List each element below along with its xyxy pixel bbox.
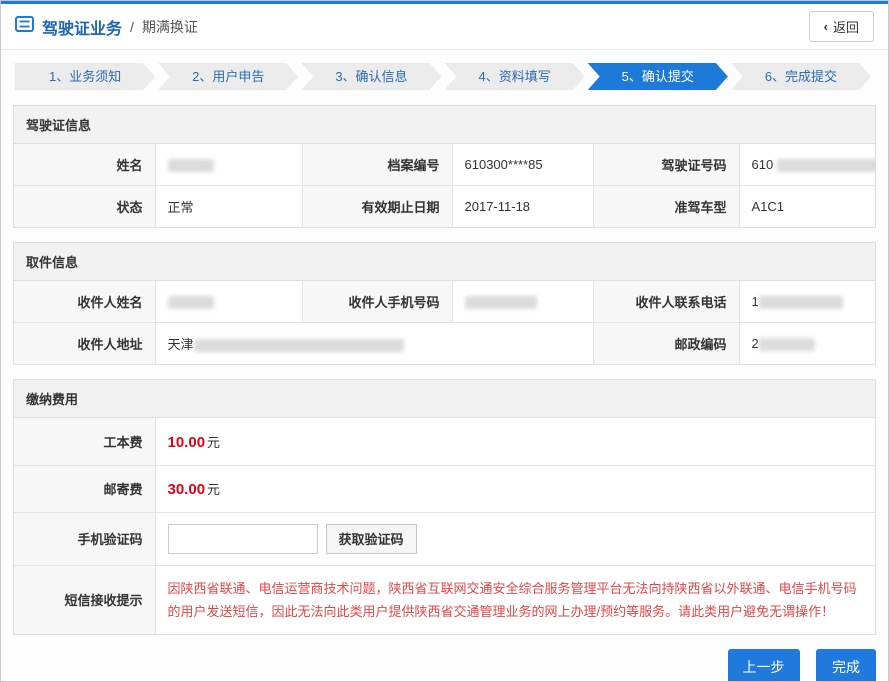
mailing-fee-amount: 30.00: [168, 481, 206, 498]
recipient-phone-prefix: 1: [752, 294, 759, 309]
breadcrumb: 驾驶证业务 / 期满换证: [15, 15, 198, 39]
production-fee-amount: 10.00: [168, 434, 206, 451]
postcode-value: 2: [739, 323, 875, 365]
production-fee-unit: 元: [207, 435, 220, 450]
sms-code-input[interactable]: [168, 524, 318, 554]
license-info-section: 驾驶证信息 姓名 档案编号 610300****85 驾驶证号码 610 状态 …: [13, 105, 876, 228]
redacted-recipient-phone: [759, 296, 843, 309]
recipient-mobile-label: 收件人手机号码: [302, 281, 452, 323]
header: 驾驶证业务 / 期满换证 ‹ 返回: [1, 4, 888, 50]
redacted-address: [194, 339, 404, 352]
fees-title: 缴纳费用: [14, 380, 875, 418]
redacted-postcode: [759, 338, 815, 351]
table-row: 姓名 档案编号 610300****85 驾驶证号码 610: [14, 144, 875, 186]
page: 驾驶证业务 / 期满换证 ‹ 返回 1、业务须知 2、用户申告 3、确认信息 4…: [0, 0, 889, 682]
license-info-title: 驾驶证信息: [14, 106, 875, 144]
license-number-label: 驾驶证号码: [593, 144, 739, 186]
recipient-name-label: 收件人姓名: [14, 281, 155, 323]
fees-table: 工本费 10.00元 邮寄费 30.00元 手机验证码 获取验证码: [14, 418, 875, 634]
page-title: 驾驶证业务: [42, 15, 122, 39]
mailing-fee-unit: 元: [207, 482, 220, 497]
name-value: [155, 144, 302, 186]
step-2-user-declaration[interactable]: 2、用户申告: [158, 63, 298, 90]
back-button-label: 返回: [833, 17, 859, 36]
license-info-table: 姓名 档案编号 610300****85 驾驶证号码 610 状态 正常 有效期…: [14, 144, 875, 227]
recipient-phone-value: 1: [739, 281, 875, 323]
mailing-fee-label: 邮寄费: [14, 465, 155, 512]
pickup-info-title: 取件信息: [14, 243, 875, 281]
vehicle-type-value: A1C1: [739, 186, 875, 228]
recipient-mobile-value: [452, 281, 593, 323]
sms-code-cell: 获取验证码: [155, 512, 875, 565]
sms-notice-label: 短信接收提示: [14, 565, 155, 634]
expiry-date-value: 2017-11-18: [452, 186, 593, 228]
page-subtitle: 期满换证: [142, 17, 198, 37]
chevron-left-icon: ‹: [824, 19, 828, 34]
footer-actions: 上一步 完成: [13, 649, 876, 682]
production-fee-label: 工本费: [14, 418, 155, 465]
recipient-name-value: [155, 281, 302, 323]
vehicle-type-label: 准驾车型: [593, 186, 739, 228]
table-row: 收件人姓名 收件人手机号码 收件人联系电话 1: [14, 281, 875, 323]
step-wizard: 1、业务须知 2、用户申告 3、确认信息 4、资料填写 5、确认提交 6、完成提…: [15, 63, 874, 90]
step-1-business-notice[interactable]: 1、业务须知: [15, 63, 155, 90]
recipient-phone-label: 收件人联系电话: [593, 281, 739, 323]
file-number-label: 档案编号: [302, 144, 452, 186]
step-6-complete-submit[interactable]: 6、完成提交: [731, 63, 871, 90]
file-number-value: 610300****85: [452, 144, 593, 186]
breadcrumb-divider: /: [130, 19, 134, 35]
pickup-info-table: 收件人姓名 收件人手机号码 收件人联系电话 1 收件人地址 天津 邮政编码 2: [14, 281, 875, 364]
address-value: 天津: [155, 323, 593, 365]
sms-code-label: 手机验证码: [14, 512, 155, 565]
finish-button[interactable]: 完成: [816, 649, 876, 682]
pickup-info-section: 取件信息 收件人姓名 收件人手机号码 收件人联系电话 1 收件人地址 天津 邮政…: [13, 242, 876, 365]
step-3-confirm-info[interactable]: 3、确认信息: [301, 63, 441, 90]
redacted-recipient-name: [168, 296, 214, 309]
table-row: 工本费 10.00元: [14, 418, 875, 465]
step-4-fill-data[interactable]: 4、资料填写: [445, 63, 585, 90]
redacted-recipient-mobile: [465, 296, 537, 309]
table-row: 收件人地址 天津 邮政编码 2: [14, 323, 875, 365]
previous-step-button[interactable]: 上一步: [728, 649, 800, 682]
table-row: 状态 正常 有效期止日期 2017-11-18 准驾车型 A1C1: [14, 186, 875, 228]
document-list-icon: [15, 16, 34, 37]
postcode-label: 邮政编码: [593, 323, 739, 365]
redacted-name: [168, 159, 214, 172]
address-prefix: 天津: [168, 337, 194, 352]
table-row: 手机验证码 获取验证码: [14, 512, 875, 565]
sms-notice-text: 因陕西省联通、电信运营商技术问题，陕西省互联网交通安全综合服务管理平台无法向持陕…: [168, 577, 864, 624]
production-fee-value: 10.00元: [155, 418, 875, 465]
address-label: 收件人地址: [14, 323, 155, 365]
expiry-date-label: 有效期止日期: [302, 186, 452, 228]
back-button[interactable]: ‹ 返回: [809, 11, 874, 42]
mailing-fee-value: 30.00元: [155, 465, 875, 512]
fees-section: 缴纳费用 工本费 10.00元 邮寄费 30.00元 手机验证码: [13, 379, 876, 635]
table-row: 邮寄费 30.00元: [14, 465, 875, 512]
status-value: 正常: [155, 186, 302, 228]
get-code-button[interactable]: 获取验证码: [326, 524, 417, 554]
license-number-value: 610: [739, 144, 875, 186]
redacted-license-number: [777, 159, 875, 172]
step-5-confirm-submit[interactable]: 5、确认提交: [588, 63, 728, 90]
postcode-prefix: 2: [752, 336, 759, 351]
name-label: 姓名: [14, 144, 155, 186]
table-row: 短信接收提示 因陕西省联通、电信运营商技术问题，陕西省互联网交通安全综合服务管理…: [14, 565, 875, 634]
license-number-prefix: 610: [752, 157, 774, 172]
status-label: 状态: [14, 186, 155, 228]
sms-notice-cell: 因陕西省联通、电信运营商技术问题，陕西省互联网交通安全综合服务管理平台无法向持陕…: [155, 565, 875, 634]
